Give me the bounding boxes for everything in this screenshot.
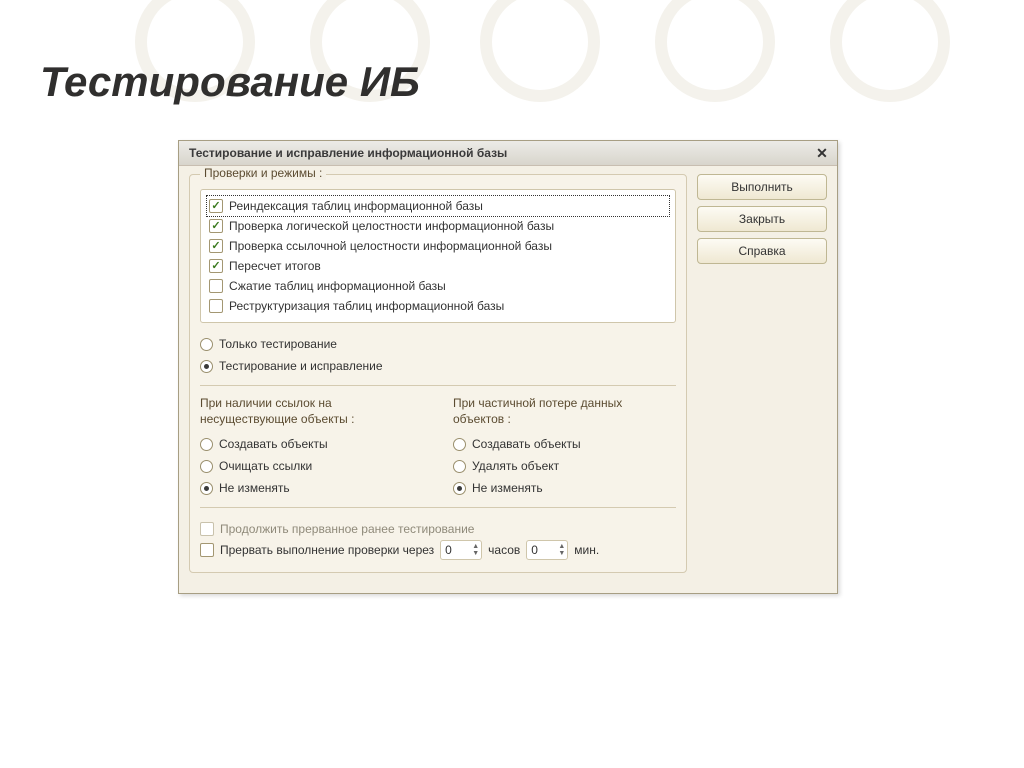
timeout-label-prefix: Прервать выполнение проверки через [220, 543, 434, 557]
ref-missing-heading: При наличии ссылок на несуществующие объ… [200, 396, 423, 427]
radio-label: Создавать объекты [219, 437, 328, 451]
radio-icon [453, 482, 466, 495]
minutes-value: 0 [531, 543, 538, 557]
separator [200, 385, 676, 386]
checks-group-title: Проверки и режимы : [200, 166, 326, 180]
spinner-arrows-icon: ▲▼ [472, 543, 479, 557]
check-compress-tables[interactable]: Сжатие таблиц информационной базы [207, 276, 669, 296]
bg-circle [830, 0, 950, 102]
resume-label: Продолжить прерванное ранее тестирование [220, 522, 474, 536]
check-label: Реструктуризация таблиц информационной б… [229, 299, 504, 313]
checkbox-icon [200, 522, 214, 536]
check-label: Проверка ссылочной целостности информаци… [229, 239, 552, 253]
check-referential-integrity[interactable]: ✓ Проверка ссылочной целостности информа… [207, 236, 669, 256]
radio-label: Создавать объекты [472, 437, 581, 451]
dialog-title: Тестирование и исправление информационно… [189, 146, 507, 160]
partial-loss-column: При частичной потере данных объектов : С… [453, 396, 676, 499]
radio-icon [200, 482, 213, 495]
checkbox-icon: ✓ [209, 259, 223, 273]
help-button[interactable]: Справка [697, 238, 827, 264]
checkbox-icon: ✓ [209, 239, 223, 253]
resume-previous: Продолжить прерванное ранее тестирование [200, 518, 676, 536]
ref-missing-clear[interactable]: Очищать ссылки [200, 455, 423, 477]
partial-loss-keep[interactable]: Не изменять [453, 477, 676, 499]
dialog-body: Проверки и режимы : ✓ Реиндексация табли… [179, 166, 837, 593]
check-label: Проверка логической целостности информац… [229, 219, 554, 233]
hours-spinner[interactable]: 0 ▲▼ [440, 540, 482, 560]
right-column: Выполнить Закрыть Справка [697, 174, 827, 583]
check-label: Пересчет итогов [229, 259, 321, 273]
radio-icon [200, 438, 213, 451]
radio-icon [200, 338, 213, 351]
ref-missing-column: При наличии ссылок на несуществующие объ… [200, 396, 423, 499]
radio-label: Очищать ссылки [219, 459, 312, 473]
hours-unit: часов [488, 543, 520, 557]
execute-button[interactable]: Выполнить [697, 174, 827, 200]
checkbox-icon: ✓ [209, 199, 223, 213]
hours-value: 0 [445, 543, 452, 557]
checks-list: ✓ Реиндексация таблиц информационной баз… [200, 189, 676, 323]
ref-missing-keep[interactable]: Не изменять [200, 477, 423, 499]
dialog: Тестирование и исправление информационно… [178, 140, 838, 594]
radio-label: Удалять объект [472, 459, 559, 473]
check-label: Сжатие таблиц информационной базы [229, 279, 446, 293]
check-logical-integrity[interactable]: ✓ Проверка логической целостности информ… [207, 216, 669, 236]
checkbox-icon [209, 299, 223, 313]
minutes-unit: мин. [574, 543, 599, 557]
radio-icon [453, 438, 466, 451]
mode-test-and-fix[interactable]: Тестирование и исправление [200, 355, 676, 377]
titlebar: Тестирование и исправление информационно… [179, 141, 837, 166]
checkbox-icon: ✓ [209, 219, 223, 233]
close-button[interactable]: Закрыть [697, 206, 827, 232]
minutes-spinner[interactable]: 0 ▲▼ [526, 540, 568, 560]
check-recalc-totals[interactable]: ✓ Пересчет итогов [207, 256, 669, 276]
fix-options-columns: При наличии ссылок на несуществующие объ… [200, 396, 676, 499]
separator [200, 507, 676, 508]
radio-label: Не изменять [219, 481, 290, 495]
left-column: Проверки и режимы : ✓ Реиндексация табли… [189, 174, 687, 583]
partial-loss-create[interactable]: Создавать объекты [453, 433, 676, 455]
partial-loss-heading: При частичной потере данных объектов : [453, 396, 676, 427]
slide-title: Тестирование ИБ [40, 58, 420, 106]
radio-label: Тестирование и исправление [219, 359, 383, 373]
check-label: Реиндексация таблиц информационной базы [229, 199, 483, 213]
checkbox-icon [209, 279, 223, 293]
check-reindex[interactable]: ✓ Реиндексация таблиц информационной баз… [207, 196, 669, 216]
checks-group: Проверки и режимы : ✓ Реиндексация табли… [189, 174, 687, 573]
radio-icon [200, 460, 213, 473]
bg-circle [480, 0, 600, 102]
ref-missing-create[interactable]: Создавать объекты [200, 433, 423, 455]
radio-icon [453, 460, 466, 473]
spinner-arrows-icon: ▲▼ [558, 543, 565, 557]
close-icon[interactable]: ✕ [813, 144, 831, 162]
radio-icon [200, 360, 213, 373]
radio-label: Не изменять [472, 481, 543, 495]
mode-test-only[interactable]: Только тестирование [200, 333, 676, 355]
partial-loss-delete[interactable]: Удалять объект [453, 455, 676, 477]
bg-circle [655, 0, 775, 102]
timeout-row[interactable]: Прервать выполнение проверки через 0 ▲▼ … [200, 536, 676, 560]
radio-label: Только тестирование [219, 337, 337, 351]
check-restructure-tables[interactable]: Реструктуризация таблиц информационной б… [207, 296, 669, 316]
checkbox-icon [200, 543, 214, 557]
